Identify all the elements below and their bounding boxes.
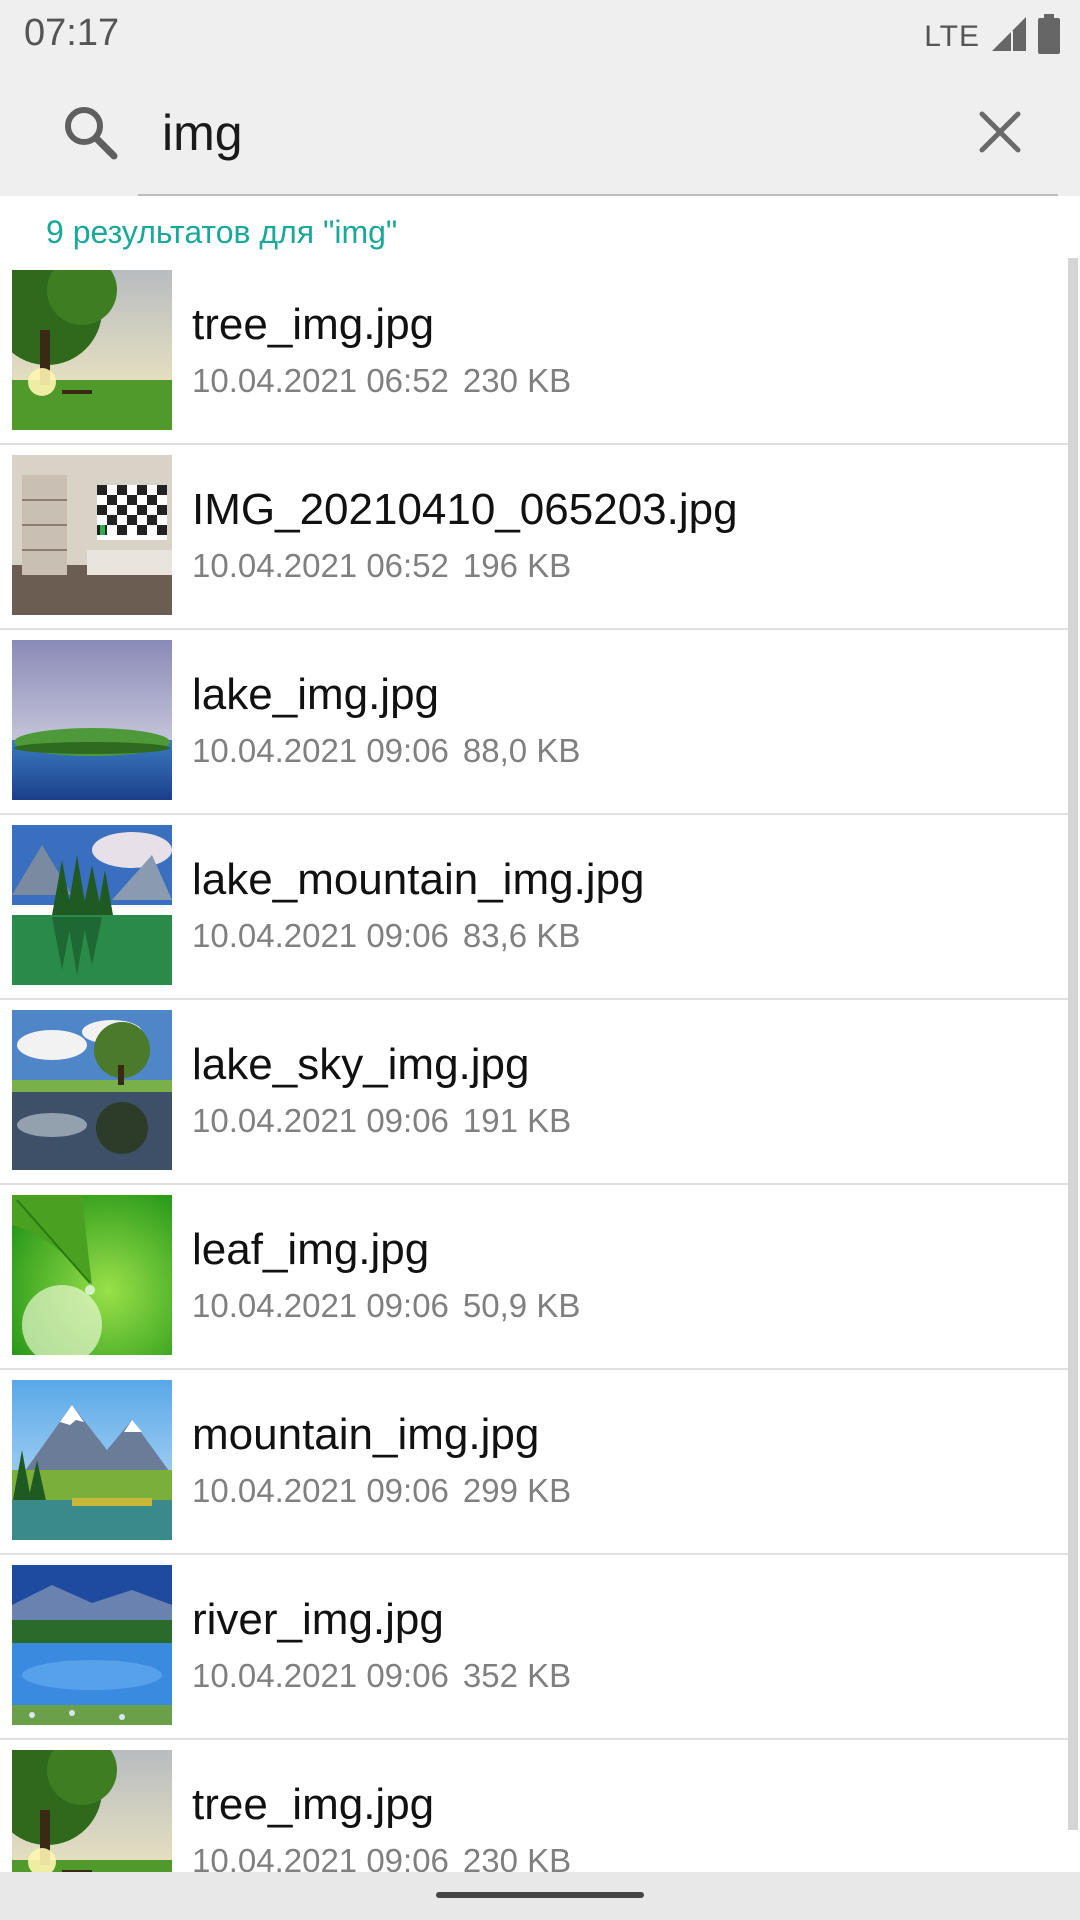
file-list-item[interactable]: river_img.jpg 10.04.2021 09:06 352 KB (0, 1555, 1070, 1740)
home-gesture-handle[interactable] (436, 1892, 644, 1898)
search-icon (62, 104, 118, 160)
file-thumbnail (12, 270, 172, 430)
file-list-item[interactable]: tree_img.jpg 10.04.2021 09:06 230 KB (0, 1740, 1070, 1872)
file-size: 196 KB (462, 547, 572, 584)
file-list-item[interactable]: mountain_img.jpg 10.04.2021 09:06 299 KB (0, 1370, 1070, 1555)
file-size: 230 KB (462, 362, 572, 399)
file-list-item[interactable]: lake_img.jpg 10.04.2021 09:06 88,0 KB (0, 630, 1070, 815)
network-type-label: LTE (924, 19, 980, 53)
file-thumbnail (12, 1750, 172, 1872)
file-date: 10.04.2021 09:06 (192, 1657, 449, 1694)
file-date: 10.04.2021 09:06 (192, 1102, 449, 1139)
status-icons: LTE (924, 14, 1060, 59)
file-thumbnail (12, 1010, 172, 1170)
search-input[interactable] (162, 98, 932, 168)
file-size: 88,0 KB (462, 732, 581, 769)
file-list-item[interactable]: lake_mountain_img.jpg 10.04.2021 09:06 83,… (0, 815, 1070, 1000)
navigation-bar (0, 1872, 1080, 1920)
file-meta: 10.04.2021 06:52 230 KB (192, 362, 571, 400)
file-meta: 10.04.2021 09:06 83,6 KB (192, 917, 580, 955)
file-list: tree_img.jpg 10.04.2021 06:52 230 KB IMG_20… (0, 260, 1080, 1872)
file-name: leaf_img.jpg (192, 1225, 430, 1274)
clear-search-button[interactable] (972, 104, 1028, 160)
file-thumbnail (12, 1565, 172, 1725)
file-meta: 10.04.2021 09:06 88,0 KB (192, 732, 580, 770)
file-meta: 10.04.2021 09:06 299 KB (192, 1472, 571, 1510)
status-bar: 07:17 LTE (0, 0, 1080, 70)
file-meta: 10.04.2021 09:06 191 KB (192, 1102, 571, 1140)
file-date: 10.04.2021 09:06 (192, 732, 449, 769)
file-date: 10.04.2021 06:52 (192, 547, 449, 584)
file-date: 10.04.2021 09:06 (192, 917, 449, 954)
file-meta: 10.04.2021 06:52 196 KB (192, 547, 571, 585)
search-underline (138, 194, 1058, 196)
file-name: lake_img.jpg (192, 670, 440, 719)
file-list-item[interactable]: lake_sky_img.jpg 10.04.2021 09:06 191 KB (0, 1000, 1070, 1185)
file-date: 10.04.2021 09:06 (192, 1472, 449, 1509)
file-meta: 10.04.2021 09:06 352 KB (192, 1657, 571, 1695)
file-thumbnail (12, 640, 172, 800)
search-bar (0, 70, 1080, 196)
file-list-item[interactable]: tree_img.jpg 10.04.2021 06:52 230 KB (0, 260, 1070, 445)
status-time: 07:17 (24, 12, 120, 54)
file-name: IMG_20210410_065203.jpg (192, 485, 738, 534)
file-date: 10.04.2021 09:06 (192, 1842, 449, 1872)
file-name: lake_mountain_img.jpg (192, 855, 645, 904)
file-size: 352 KB (462, 1657, 572, 1694)
file-meta: 10.04.2021 09:06 230 KB (192, 1842, 571, 1872)
battery-icon (1038, 14, 1060, 59)
file-thumbnail (12, 825, 172, 985)
file-thumbnail (12, 1195, 172, 1355)
file-meta: 10.04.2021 09:06 50,9 KB (192, 1287, 580, 1325)
file-date: 10.04.2021 09:06 (192, 1287, 449, 1324)
scrollbar[interactable] (1068, 258, 1078, 1830)
signal-icon (990, 15, 1028, 58)
file-size: 83,6 KB (462, 917, 581, 954)
file-list-item[interactable]: leaf_img.jpg 10.04.2021 09:06 50,9 KB (0, 1185, 1070, 1370)
file-name: tree_img.jpg (192, 1780, 435, 1829)
file-size: 50,9 KB (462, 1287, 581, 1324)
file-name: river_img.jpg (192, 1595, 444, 1644)
file-list-item[interactable]: IMG_20210410_065203.jpg 10.04.2021 06:52 1… (0, 445, 1070, 630)
file-name: tree_img.jpg (192, 300, 435, 349)
file-date: 10.04.2021 06:52 (192, 362, 449, 399)
file-name: mountain_img.jpg (192, 1410, 540, 1459)
file-name: lake_sky_img.jpg (192, 1040, 530, 1089)
close-icon (979, 111, 1021, 153)
file-size: 191 KB (462, 1102, 572, 1139)
results-count-label: 9 результатов для "img" (46, 214, 398, 250)
file-size: 299 KB (462, 1472, 572, 1509)
file-thumbnail (12, 455, 172, 615)
file-thumbnail (12, 1380, 172, 1540)
file-size: 230 KB (462, 1842, 572, 1872)
